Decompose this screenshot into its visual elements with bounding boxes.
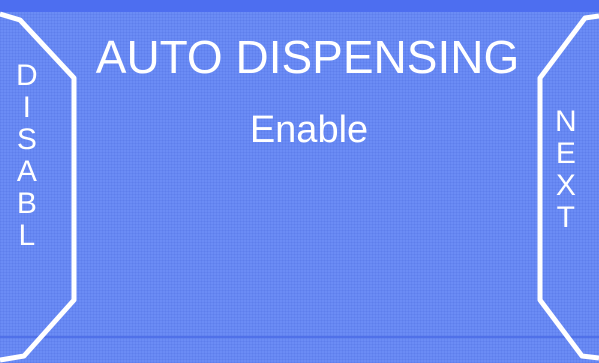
next-letter: X: [555, 169, 576, 202]
disable-letter: S: [16, 123, 37, 156]
next-letter: T: [556, 201, 575, 234]
disable-letter: I: [22, 91, 31, 124]
next-letter: E: [555, 137, 576, 170]
status-label: Enable: [249, 109, 369, 151]
disable-letter: L: [18, 219, 36, 252]
next-button-label: N E X T: [555, 106, 577, 234]
next-letter: N: [555, 105, 577, 138]
disable-button-label: D I S A B L: [16, 60, 38, 252]
dispensing-screen: AUTO DISPENSING Enable D I S A B L N E X…: [0, 0, 599, 363]
screen-title: AUTO DISPENSING: [95, 31, 520, 83]
disable-letter: B: [16, 187, 37, 220]
disable-letter: A: [16, 155, 37, 188]
disable-letter: D: [16, 59, 38, 92]
disable-button[interactable]: [0, 20, 76, 350]
